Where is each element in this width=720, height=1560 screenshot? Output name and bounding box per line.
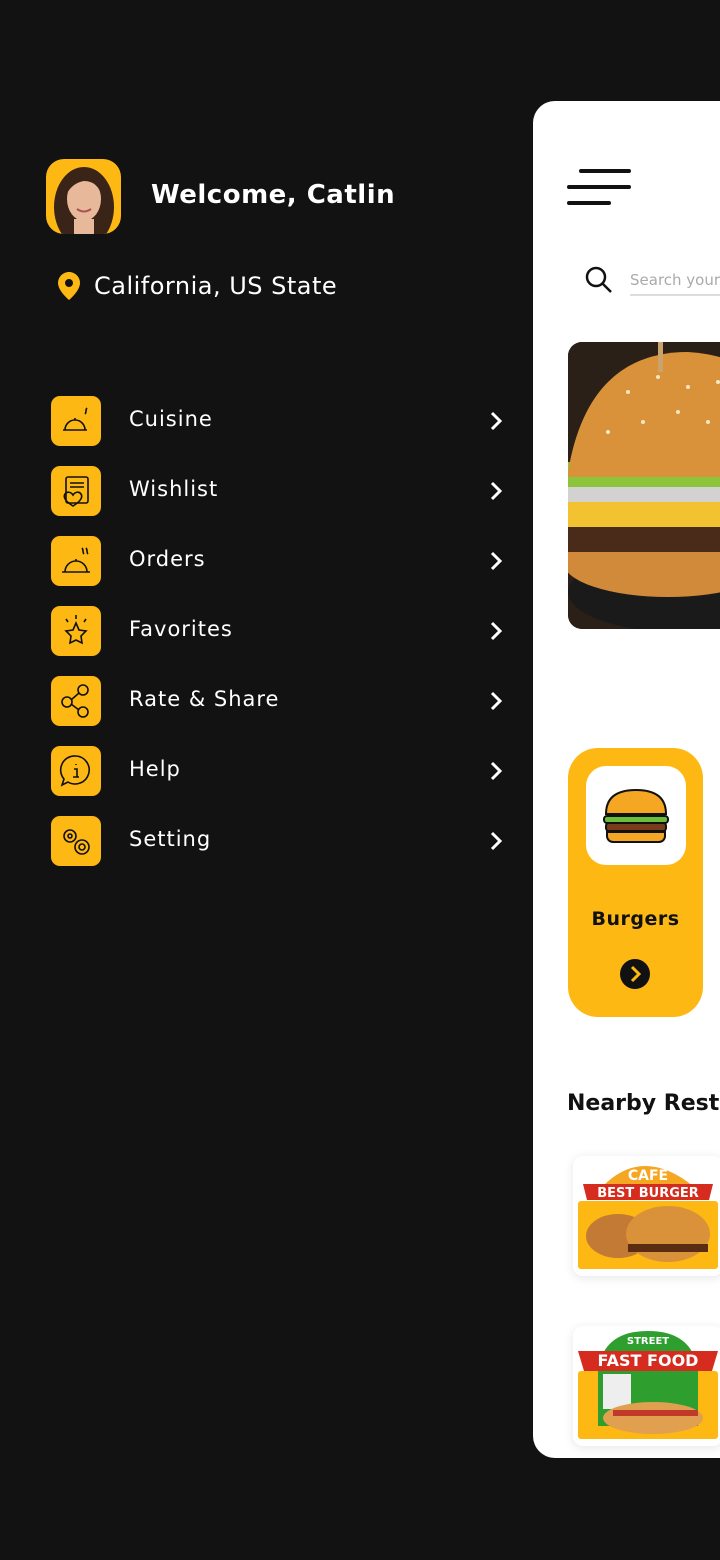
chevron-right-icon [490, 551, 503, 571]
wishlist-heart-icon [51, 466, 101, 516]
menu-item-cuisine[interactable]: Cuisine [51, 396, 511, 466]
featured-burger-image[interactable] [568, 342, 720, 629]
menu-item-help[interactable]: Help [51, 746, 511, 816]
chevron-right-icon [490, 691, 503, 711]
menu-item-label: Wishlist [129, 477, 219, 501]
menu-item-favorites[interactable]: Favorites [51, 606, 511, 676]
chevron-right-icon [490, 621, 503, 641]
category-card-burgers[interactable]: Burgers [568, 748, 703, 1017]
best-burger-logo: CAFE BEST BURGER [578, 1166, 718, 1269]
street-fast-food-logo: STREET FAST FOOD [578, 1331, 718, 1439]
side-menu: (function(){ const d=JSON.parse(document… [51, 396, 511, 886]
chevron-right-icon [490, 761, 503, 781]
chevron-right-icon [490, 481, 503, 501]
cuisine-cloche-icon [51, 396, 101, 446]
main-panel: Search your Burgers Nearby Resta CAFE BES… [533, 101, 720, 1458]
menu-item-wishlist[interactable]: Wishlist [51, 466, 511, 536]
star-icon [51, 606, 101, 656]
menu-item-label: Setting [129, 827, 212, 851]
location[interactable]: California, US State [58, 272, 337, 300]
menu-item-setting[interactable]: Setting [51, 816, 511, 886]
search-icon[interactable] [584, 265, 614, 295]
location-text: California, US State [94, 272, 338, 300]
hamburger-menu-icon[interactable] [567, 167, 631, 207]
category-label: Burgers [591, 908, 680, 930]
menu-item-orders[interactable]: Orders [51, 536, 511, 606]
menu-item-label: Favorites [129, 617, 233, 641]
burger-icon [586, 766, 686, 865]
avatar[interactable] [46, 159, 121, 234]
nearby-title: Nearby Resta [567, 1091, 720, 1116]
menu-item-label: Cuisine [129, 407, 213, 431]
menu-item-label: Orders [129, 547, 206, 571]
restaurant-card[interactable]: CAFE BEST BURGER [573, 1156, 720, 1276]
welcome-text: Welcome, Catlin [151, 180, 396, 210]
orders-cloche-icon [51, 536, 101, 586]
menu-item-rate-share[interactable]: Rate & Share [51, 676, 511, 746]
share-icon [51, 676, 101, 726]
location-pin-icon [58, 272, 80, 300]
svg-text:STREET: STREET [627, 1336, 669, 1347]
svg-text:CAFE: CAFE [628, 1168, 668, 1184]
search-input[interactable]: Search your [630, 271, 720, 296]
menu-item-label: Rate & Share [129, 687, 280, 711]
svg-text:BEST BURGER: BEST BURGER [597, 1186, 699, 1201]
svg-text:FAST FOOD: FAST FOOD [598, 1351, 699, 1370]
gears-icon [51, 816, 101, 866]
chevron-right-icon [490, 411, 503, 431]
arrow-circle-icon[interactable] [620, 959, 650, 989]
chevron-right-icon [490, 831, 503, 851]
restaurant-card[interactable]: STREET FAST FOOD [573, 1326, 720, 1446]
menu-item-label: Help [129, 757, 181, 781]
info-icon [51, 746, 101, 796]
